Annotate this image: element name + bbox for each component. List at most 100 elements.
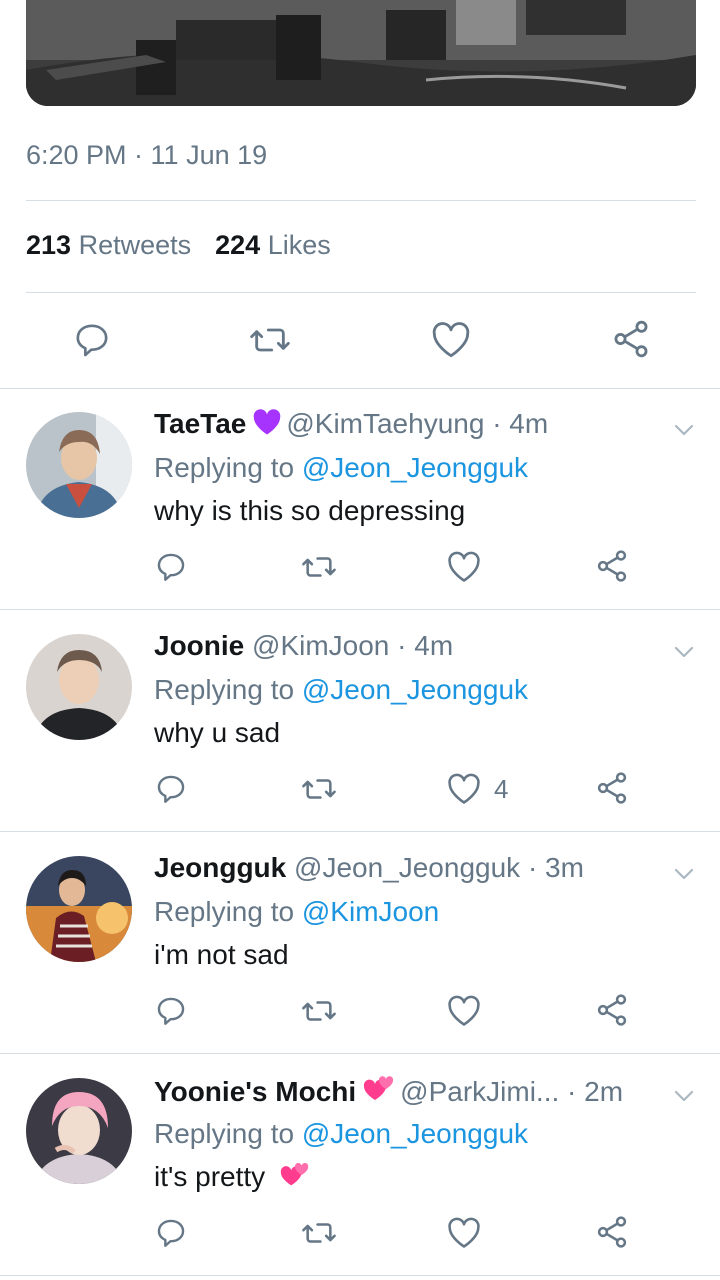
- share-button[interactable]: [594, 548, 630, 584]
- share-button[interactable]: [594, 770, 630, 806]
- reply-tweet[interactable]: Yoonie's Mochi @ParkJimi... · 2m Replying…: [0, 1054, 720, 1276]
- retweet-button[interactable]: [300, 1216, 338, 1250]
- share-button[interactable]: [594, 1214, 630, 1250]
- reply-action-bar: [0, 992, 720, 1032]
- mention-link[interactable]: @Jeon_Jeongguk: [302, 452, 528, 483]
- reply-tweet[interactable]: Joonie @KimJoon · 4m Replying to @Jeon_J…: [0, 610, 720, 832]
- share-icon: [597, 1216, 627, 1248]
- reply-time: · 4m: [397, 630, 454, 661]
- two-hearts-icon: [362, 1074, 396, 1111]
- reply-button[interactable]: [154, 994, 188, 1028]
- reply-action-bar: 4: [0, 770, 720, 810]
- reply-button[interactable]: [154, 550, 188, 584]
- reply-text: it's pretty: [154, 1161, 266, 1192]
- replying-prefix: Replying to: [154, 452, 295, 483]
- reply-time: · 2m: [567, 1076, 624, 1107]
- retweet-icon: [302, 779, 336, 799]
- reply-action-bar: [0, 1214, 720, 1254]
- retweet-button[interactable]: [248, 320, 292, 360]
- retweet-button[interactable]: [300, 550, 338, 584]
- reply-icon: [157, 997, 185, 1025]
- display-name[interactable]: Yoonie's Mochi: [154, 1076, 356, 1107]
- purple-heart-icon: [252, 408, 282, 443]
- reply-time: · 3m: [527, 852, 584, 883]
- chevron-down-icon: [674, 424, 694, 436]
- avatar[interactable]: [26, 634, 132, 740]
- mention-link[interactable]: @KimJoon: [302, 896, 439, 927]
- avatar[interactable]: [26, 856, 132, 962]
- retweets-stat[interactable]: 213 Retweets: [26, 230, 191, 260]
- retweet-button[interactable]: [300, 772, 338, 806]
- tweet-stats: 213 Retweets 224 Likes: [26, 230, 331, 261]
- like-button[interactable]: [446, 1216, 482, 1250]
- retweet-icon: [250, 328, 290, 352]
- retweet-icon: [302, 1223, 336, 1243]
- replying-to-line: Replying to @Jeon_Jeongguk: [154, 452, 528, 484]
- tweet-photo[interactable]: [26, 0, 696, 106]
- reply-action-bar: [0, 548, 720, 588]
- reply-header: TaeTae @KimTaehyung · 4m: [154, 408, 548, 443]
- tree-stumps-image: [26, 0, 696, 106]
- divider: [26, 200, 696, 201]
- like-button[interactable]: [446, 994, 482, 1028]
- retweet-button[interactable]: [300, 994, 338, 1028]
- retweets-label: Retweets: [78, 230, 192, 260]
- share-icon: [614, 320, 648, 358]
- like-count: 4: [494, 773, 509, 804]
- reply-text: why is this so depressing: [154, 495, 466, 526]
- retweet-icon: [302, 1001, 336, 1021]
- retweets-count: 213: [26, 230, 72, 260]
- more-options-button[interactable]: [672, 862, 696, 891]
- reply-button[interactable]: [154, 1216, 188, 1250]
- more-options-button[interactable]: [672, 640, 696, 669]
- user-handle[interactable]: @ParkJimi...: [400, 1076, 559, 1107]
- reply-header: Yoonie's Mochi @ParkJimi... · 2m: [154, 1074, 623, 1111]
- reply-button[interactable]: [72, 320, 112, 360]
- mention-link[interactable]: @Jeon_Jeongguk: [302, 1118, 528, 1149]
- avatar[interactable]: [26, 1078, 132, 1184]
- more-options-button[interactable]: [672, 418, 696, 447]
- like-button[interactable]: 4: [446, 772, 508, 806]
- reply-button[interactable]: [154, 772, 188, 806]
- reply-icon: [157, 775, 185, 803]
- chevron-down-icon: [674, 868, 694, 880]
- divider: [26, 292, 696, 293]
- more-options-button[interactable]: [672, 1084, 696, 1113]
- reply-tweet[interactable]: TaeTae @KimTaehyung · 4m Replying to @Jeo…: [0, 388, 720, 610]
- likes-count: 224: [215, 230, 261, 260]
- display-name[interactable]: TaeTae: [154, 408, 246, 439]
- user-handle[interactable]: @KimJoon: [252, 630, 389, 661]
- share-button[interactable]: [610, 318, 652, 360]
- user-handle[interactable]: @KimTaehyung: [286, 408, 484, 439]
- two-hearts-icon: [279, 1161, 311, 1196]
- likes-stat[interactable]: 224 Likes: [215, 230, 331, 260]
- replying-to-line: Replying to @KimJoon: [154, 896, 439, 928]
- chevron-down-icon: [674, 646, 694, 658]
- replying-to-line: Replying to @Jeon_Jeongguk: [154, 674, 528, 706]
- reply-time: · 4m: [492, 408, 549, 439]
- reply-text-line: it's pretty: [154, 1161, 315, 1196]
- like-button[interactable]: [446, 550, 482, 584]
- replying-to-line: Replying to @Jeon_Jeongguk: [154, 1118, 528, 1150]
- share-icon: [597, 994, 627, 1026]
- retweet-icon: [302, 557, 336, 577]
- mention-link[interactable]: @Jeon_Jeongguk: [302, 674, 528, 705]
- tweet-timestamp: 6:20 PM · 11 Jun 19: [26, 140, 268, 170]
- replying-prefix: Replying to: [154, 674, 295, 705]
- like-button[interactable]: [430, 320, 472, 360]
- share-icon: [597, 772, 627, 804]
- reply-header: Jeongguk @Jeon_Jeongguk · 3m: [154, 852, 584, 884]
- reply-tweet[interactable]: Jeongguk @Jeon_Jeongguk · 3m Replying to…: [0, 832, 720, 1054]
- reply-text: why u sad: [154, 717, 281, 748]
- display-name[interactable]: Joonie: [154, 630, 244, 661]
- reply-header: Joonie @KimJoon · 4m: [154, 630, 453, 662]
- user-handle[interactable]: @Jeon_Jeongguk: [294, 852, 520, 883]
- heart-icon: [448, 773, 480, 804]
- reply-icon: [157, 1219, 185, 1247]
- display-name[interactable]: Jeongguk: [154, 852, 286, 883]
- heart-icon: [448, 551, 480, 582]
- share-button[interactable]: [594, 992, 630, 1028]
- avatar[interactable]: [26, 412, 132, 518]
- heart-icon: [448, 1217, 480, 1248]
- likes-label: Likes: [267, 230, 331, 260]
